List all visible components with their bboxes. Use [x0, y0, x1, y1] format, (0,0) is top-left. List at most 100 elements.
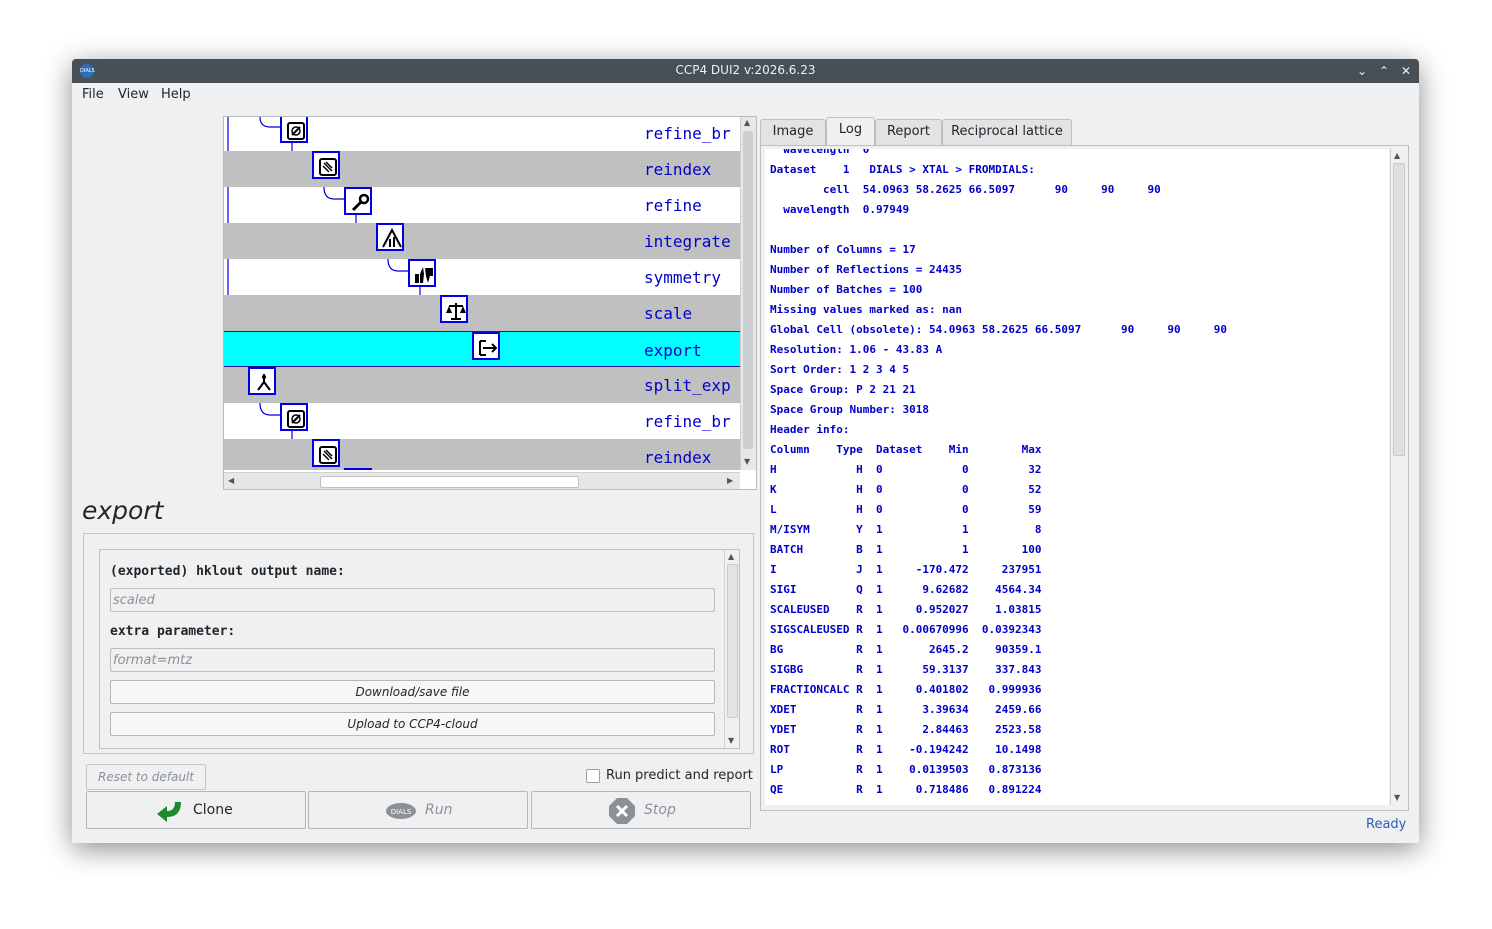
- parameters-scrollbar[interactable]: ▲ ▼: [724, 550, 739, 748]
- log-line: Header info:: [770, 423, 850, 436]
- menu-help[interactable]: Help: [161, 87, 191, 102]
- log-line: wavelength 0: [770, 149, 870, 156]
- partial-node-icon: [344, 468, 372, 470]
- log-line: M/ISYM Y 1 1 8: [770, 523, 1042, 536]
- svg-text:DIALS: DIALS: [391, 808, 412, 816]
- download-save-button[interactable]: Download/save file: [110, 680, 715, 704]
- tree-hscroll-thumb[interactable]: [320, 476, 579, 488]
- log-text-area[interactable]: wavelength 0 Dataset 1 DIALS > XTAL > FRO…: [765, 149, 1389, 805]
- log-line: H H 0 0 32: [770, 463, 1042, 476]
- tree-row-label: export: [644, 341, 702, 360]
- log-line: Global Cell (obsolete): 54.0963 58.2625 …: [770, 323, 1227, 336]
- title-bar: DIALS CCP4 DUI2 v:2026.6.23 ⌄ ⌃ ✕: [72, 59, 1419, 83]
- window-title: CCP4 DUI2 v:2026.6.23: [675, 63, 816, 77]
- dials-run-icon: DIALS: [385, 802, 417, 824]
- parameters-scroll-thumb[interactable]: [727, 564, 738, 718]
- tree-row[interactable]: refine_br: [224, 403, 740, 439]
- panel-title: export: [82, 496, 164, 525]
- clone-label: Clone: [193, 802, 233, 818]
- tab-log[interactable]: Log: [826, 117, 875, 146]
- log-line: SIGBG R 1 59.3137 337.843: [770, 663, 1042, 676]
- reindex-icon[interactable]: [312, 151, 340, 179]
- run-predict-checkbox[interactable]: [586, 769, 600, 783]
- extra-parameter-input[interactable]: format=mtz: [110, 648, 715, 672]
- main-window: DIALS CCP4 DUI2 v:2026.6.23 ⌄ ⌃ ✕ File V…: [72, 59, 1419, 843]
- log-line: wavelength 0.97949: [770, 203, 910, 216]
- log-line: Space Group Number: 3018: [770, 403, 929, 416]
- log-line: I J 1 -170.472 237951: [770, 563, 1042, 576]
- workflow-tree[interactable]: refine_br reindex refine integrate symmetry s…: [223, 116, 757, 490]
- log-line: YDET R 1 2.84463 2523.58: [770, 723, 1042, 736]
- log-line: LP R 1 0.0139503 0.873136: [770, 763, 1042, 776]
- log-line: XDET R 1 3.39634 2459.66: [770, 703, 1042, 716]
- tree-vertical-scrollbar[interactable]: ▲ ▼: [740, 117, 756, 470]
- log-scrollbar[interactable]: ▲ ▼: [1390, 149, 1406, 805]
- clone-button[interactable]: Clone: [86, 791, 306, 829]
- log-scroll-thumb[interactable]: [1393, 163, 1405, 456]
- log-line: Missing values marked as: nan: [770, 303, 963, 316]
- tab-reciprocal-lattice[interactable]: Reciprocal lattice: [942, 119, 1072, 145]
- close-icon[interactable]: ✕: [1397, 62, 1415, 80]
- tree-row-label: integrate: [644, 232, 731, 251]
- log-line: L H 0 0 59: [770, 503, 1042, 516]
- log-line: QE R 1 0.718486 0.891224: [770, 783, 1042, 796]
- log-line: FRACTIONCALC R 1 0.401802 0.999936: [770, 683, 1042, 696]
- integrate-icon[interactable]: [376, 223, 404, 251]
- menu-file[interactable]: File: [82, 87, 104, 102]
- tree-horizontal-scrollbar[interactable]: ◀ ▶: [224, 472, 740, 489]
- tree-row[interactable]: reindex: [224, 439, 740, 470]
- log-line: Dataset 1 DIALS > XTAL > FROMDIALS:: [770, 163, 1035, 176]
- parameters-form: (exported) hklout output name: scaled ex…: [99, 549, 740, 749]
- log-line: Space Group: P 2 21 21: [770, 383, 916, 396]
- log-line: K H 0 0 52: [770, 483, 1042, 496]
- thumbs-icon[interactable]: [408, 259, 436, 287]
- log-line: BG R 1 2645.2 90359.1: [770, 643, 1042, 656]
- tree-row-label: refine_br: [644, 124, 731, 143]
- tree-row[interactable]: split_exp: [224, 367, 740, 403]
- tree-viewport: refine_br reindex refine integrate symmetry s…: [224, 117, 740, 470]
- hklout-input[interactable]: scaled: [110, 588, 715, 612]
- tree-row[interactable]: export: [224, 331, 740, 367]
- hklout-label: (exported) hklout output name:: [110, 564, 345, 579]
- split-icon[interactable]: [248, 367, 276, 395]
- log-line: ROT R 1 -0.194242 10.1498: [770, 743, 1042, 756]
- tab-report[interactable]: Report: [875, 119, 942, 145]
- log-line: Sort Order: 1 2 3 4 5: [770, 363, 910, 376]
- upload-ccp4-cloud-button[interactable]: Upload to CCP4-cloud: [110, 712, 715, 736]
- stop-label: Stop: [644, 802, 676, 818]
- log-line: SCALEUSED R 1 0.952027 1.03815: [770, 603, 1042, 616]
- extra-parameter-label: extra parameter:: [110, 624, 236, 639]
- log-line: SIGI Q 1 9.62682 4564.34: [770, 583, 1042, 596]
- tree-row-label: scale: [644, 304, 693, 323]
- tree-row-label: split_exp: [644, 376, 731, 395]
- unknown-icon[interactable]: [280, 403, 308, 431]
- log-line: Column Type Dataset Min Max: [770, 443, 1042, 456]
- tree-row[interactable]: symmetry: [224, 259, 740, 295]
- tab-image[interactable]: Image: [760, 119, 826, 145]
- clone-arrow-icon: [155, 797, 185, 827]
- wrench-icon[interactable]: [344, 187, 372, 215]
- export-icon[interactable]: [472, 332, 500, 360]
- balance-scale-icon[interactable]: [440, 295, 468, 323]
- log-line: BATCH B 1 1 100: [770, 543, 1042, 556]
- parameters-panel: (exported) hklout output name: scaled ex…: [83, 533, 754, 754]
- menu-view[interactable]: View: [118, 87, 149, 102]
- tree-vscroll-thumb[interactable]: [743, 131, 753, 449]
- reset-to-default-button[interactable]: Reset to default: [86, 764, 206, 790]
- maximize-icon[interactable]: ⌃: [1375, 62, 1393, 80]
- tree-row[interactable]: reindex: [224, 151, 740, 187]
- log-line: Resolution: 1.06 - 43.83 A: [770, 343, 943, 356]
- stop-icon: [608, 797, 636, 829]
- tree-row-label: reindex: [644, 448, 712, 467]
- tree-row[interactable]: integrate: [224, 223, 740, 259]
- log-line: SIGSCALEUSED R 1 0.00670996 0.0392343: [770, 623, 1042, 636]
- stop-button[interactable]: Stop: [531, 791, 751, 829]
- minimize-icon[interactable]: ⌄: [1353, 62, 1371, 80]
- tree-row[interactable]: refine: [224, 187, 740, 223]
- status-label: Ready: [1366, 817, 1407, 832]
- tree-row[interactable]: scale: [224, 295, 740, 331]
- reindex-icon[interactable]: [312, 439, 340, 467]
- run-button[interactable]: DIALS Run: [308, 791, 528, 829]
- unknown-icon[interactable]: [280, 117, 308, 143]
- tree-row[interactable]: refine_br: [224, 117, 740, 151]
